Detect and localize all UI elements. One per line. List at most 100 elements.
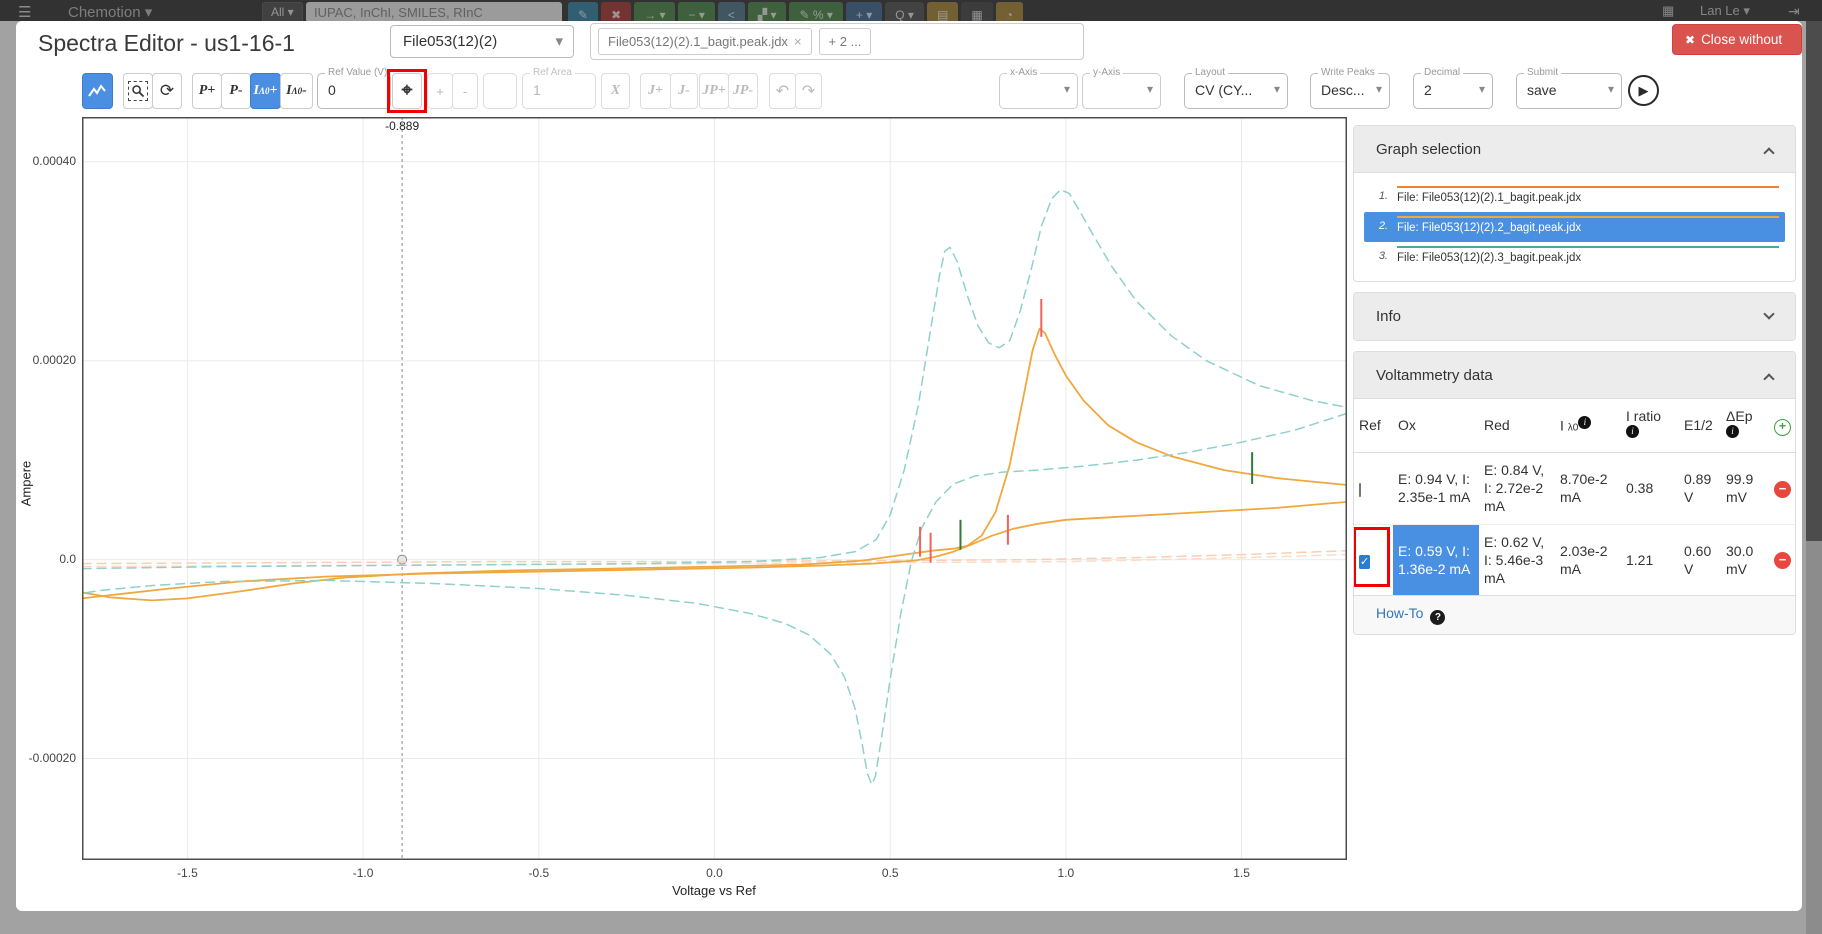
search-input[interactable]: IUPAC, InChI, SMILES, RInC [306, 2, 562, 21]
images-icon[interactable]: ▦ [961, 2, 992, 21]
svg-text:-0.889: -0.889 [385, 119, 419, 133]
ox-value[interactable]: E: 0.94 V, I: 2.35e-1 mA [1393, 453, 1479, 525]
user-menu[interactable]: Lan Le ▾ [1700, 3, 1750, 19]
set-ref-position-button[interactable]: ⌖ [392, 73, 422, 109]
info-icon[interactable]: i [1726, 425, 1739, 438]
page-scrollbar[interactable] [1806, 0, 1822, 934]
report-icon[interactable]: ✎ % ▾ [789, 2, 842, 21]
share-icon[interactable]: < [718, 2, 745, 21]
e-half-value: 0.60 V [1679, 524, 1721, 595]
scrollbar-thumb[interactable] [1806, 21, 1822, 541]
remove-row-icon[interactable]: − [1774, 481, 1791, 498]
info-panel: Info [1353, 292, 1796, 341]
jp-plus-button[interactable]: JP+ [699, 73, 729, 109]
y-axis-select[interactable]: y-Axis ▾ [1082, 73, 1161, 109]
i-ratio-value: 0.38 [1621, 453, 1679, 525]
i-lambda-value: 2.03e-2 mA [1555, 524, 1621, 595]
structure-search-icon[interactable]: Q ▾ [885, 2, 924, 21]
file-selector-dropdown[interactable]: File053(12)(2) ▾ [390, 25, 574, 58]
tab-file-1[interactable]: File053(12)(2).1_bagit.peak.jdx× [598, 28, 812, 55]
submit-select[interactable]: Submit save ▾ [1516, 73, 1622, 109]
voltammetry-header[interactable]: Voltammetry data [1354, 352, 1795, 399]
add-row-icon[interactable]: + [1774, 419, 1791, 436]
how-to-link[interactable]: How-To [1376, 605, 1423, 621]
graph-selection-item-2[interactable]: 2.File: File053(12)(2).2_bagit.peak.jdx [1364, 212, 1785, 242]
calendar-icon[interactable]: ▦ [1662, 3, 1674, 19]
undo-button[interactable]: ↶ [769, 73, 796, 109]
graph-selection-header[interactable]: Graph selection [1354, 126, 1795, 173]
info-icon[interactable]: i [1626, 425, 1639, 438]
red-value[interactable]: E: 0.62 V, I: 5.46e-3 mA [1479, 524, 1555, 595]
spectra-editor-modal: Spectra Editor - us1-16-1 File053(12)(2)… [16, 21, 1802, 911]
j-minus-button[interactable]: J- [670, 73, 698, 109]
remove-icon[interactable]: − ▾ [678, 2, 714, 21]
brand-menu[interactable]: Chemotion ▾ [68, 3, 152, 21]
spectrum-view-button[interactable] [82, 73, 113, 109]
molecule-add-icon[interactable]: + ▾ [846, 2, 882, 21]
right-sidebar: Graph selection 1.File: File053(12)(2).1… [1353, 125, 1796, 635]
layout-select[interactable]: Layout CV (CY... ▾ [1184, 73, 1288, 109]
remove-row-icon[interactable]: − [1774, 552, 1791, 569]
graph-selection-item-3[interactable]: 3.File: File053(12)(2).3_bagit.peak.jdx [1364, 242, 1785, 272]
tab-more-files[interactable]: + 2 ... [819, 28, 872, 55]
file-selector-value: File053(12)(2) [403, 33, 497, 50]
inbox-icon[interactable]: ▤ [927, 2, 958, 21]
e-half-value: 0.89 V [1679, 453, 1721, 525]
notifications-icon[interactable]: ◔ [996, 2, 1023, 21]
decimal-select[interactable]: Decimal 2 ▾ [1413, 73, 1493, 109]
clear-button[interactable]: X [601, 73, 630, 109]
menu-icon[interactable]: ☰ [18, 3, 31, 21]
x-tick-label: 1.5 [1217, 866, 1267, 880]
ref-checkbox[interactable] [1359, 483, 1361, 497]
close-without-save-button[interactable]: ✖Close without Save [1672, 24, 1802, 55]
ref-area-minus-button[interactable]: - [452, 73, 478, 109]
peak-add-button[interactable]: P+ [192, 73, 222, 109]
redo-button[interactable]: ↷ [795, 73, 822, 109]
how-to-row: How-To? [1354, 595, 1795, 634]
search-scope-dropdown[interactable]: All ▾ [262, 2, 303, 21]
table-row: E: 0.94 V, I: 2.35e-1 mA E: 0.84 V, I: 2… [1354, 453, 1796, 525]
ref-factor-input[interactable] [483, 73, 517, 109]
graph-selection-item-1[interactable]: 1.File: File053(12)(2).1_bagit.peak.jdx [1364, 182, 1785, 212]
spectra-chart[interactable]: -0.889 [82, 117, 1347, 860]
info-icon[interactable]: i [1578, 416, 1591, 429]
red-value[interactable]: E: 0.84 V, I: 2.72e-2 mA [1479, 453, 1555, 525]
ref-checkbox[interactable]: ✓ [1359, 555, 1370, 569]
i-lambda-minus-button[interactable]: IΛ0- [280, 73, 313, 109]
edit-icon[interactable]: ✎ [568, 2, 598, 21]
chevron-down-icon: ▾ [1376, 82, 1382, 96]
info-header[interactable]: Info [1354, 293, 1795, 340]
reset-zoom-button[interactable]: ⟳ [152, 73, 182, 109]
table-row: ✓ E: 0.59 V, I: 1.36e-2 mA E: 0.62 V, I:… [1354, 524, 1796, 595]
navbar-action-buttons: ✎✖→ ▾− ▾<▞ ▾✎ % ▾+ ▾Q ▾▤▦◔ [568, 2, 1023, 21]
ref-area-input[interactable]: Ref Area 1 [522, 73, 596, 109]
x-axis-select[interactable]: x-Axis ▾ [999, 73, 1078, 109]
ref-value-input[interactable]: Ref Value (V) 0 [317, 73, 391, 109]
graph-item-label: File: File053(12)(2).3_bagit.peak.jdx [1397, 246, 1779, 265]
jp-minus-button[interactable]: JP- [728, 73, 758, 109]
page-title: Spectra Editor - us1-16-1 [38, 30, 295, 57]
chevron-up-icon [1763, 373, 1774, 384]
peak-remove-button[interactable]: P- [221, 73, 251, 109]
chevron-down-icon [1763, 308, 1774, 319]
collaborators-icon[interactable]: ▞ ▾ [748, 2, 787, 21]
help-icon[interactable]: ? [1430, 610, 1445, 625]
i-lambda-plus-button[interactable]: IΛ0+ [250, 73, 281, 109]
logout-icon[interactable]: ⇥ [1788, 3, 1800, 20]
zoom-select-button[interactable] [123, 73, 153, 109]
x-tick-label: 1.0 [1041, 866, 1091, 880]
table-header-row: Ref Ox Red I λ0i I ratio i E1/2 ΔEpi + [1354, 399, 1796, 453]
write-peaks-select[interactable]: Write Peaks Desc... ▾ [1310, 73, 1390, 109]
cv-plot[interactable]: -0.889 [82, 117, 1347, 860]
tab-close-icon[interactable]: × [794, 34, 802, 49]
ref-area-plus-button[interactable]: + [427, 73, 453, 109]
submit-play-button[interactable]: ▶ [1628, 75, 1659, 106]
i-lambda-value: 8.70e-2 mA [1555, 453, 1621, 525]
ox-value[interactable]: E: 0.59 V, I: 1.36e-2 mA [1393, 524, 1479, 595]
close-icon[interactable]: ✖ [601, 2, 631, 21]
j-plus-button[interactable]: J+ [640, 73, 671, 109]
graph-selection-panel: Graph selection 1.File: File053(12)(2).1… [1353, 125, 1796, 282]
x-tick-label: 0.5 [865, 866, 915, 880]
export-icon[interactable]: → ▾ [634, 2, 675, 21]
undo-icon: ↶ [776, 81, 789, 101]
